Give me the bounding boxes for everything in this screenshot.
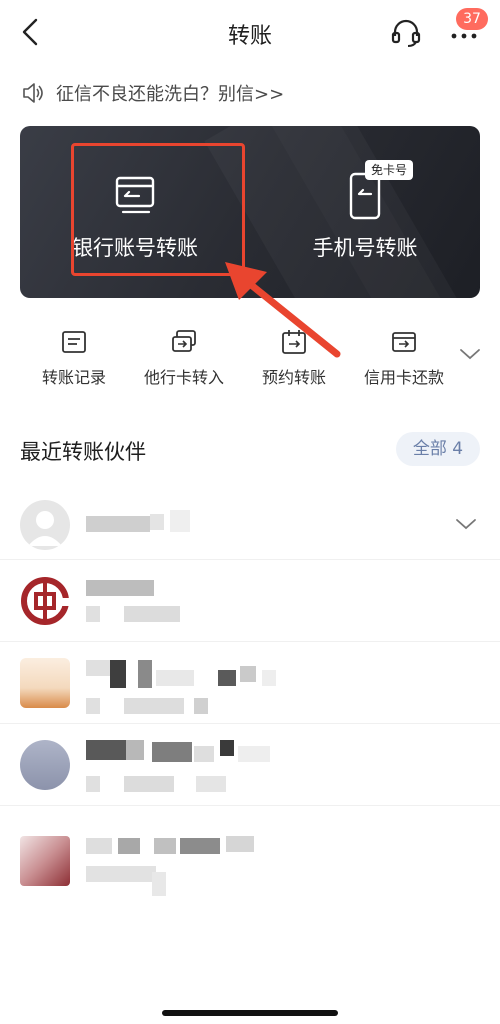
masked-text [86, 516, 150, 532]
message-count-badge: 37 [456, 8, 488, 30]
default-user-icon [28, 511, 62, 546]
masked-text [170, 510, 190, 532]
masked-text [86, 866, 156, 882]
quick-action-label: 他行卡转入 [143, 368, 224, 387]
view-all-button[interactable]: 全部 4 [396, 432, 480, 466]
avatar [20, 658, 70, 708]
masked-text [110, 660, 126, 688]
masked-text [240, 666, 256, 682]
notice-bar[interactable]: 征信不良还能洗白？别信>> [20, 78, 480, 108]
masked-text [152, 872, 166, 896]
quick-action-label: 信用卡还款 [363, 368, 444, 387]
masked-text [156, 670, 194, 686]
chevron-down-icon[interactable] [452, 510, 480, 538]
recent-partners-list [0, 488, 500, 896]
notice-text: 征信不良还能洗白？别信>> [56, 84, 285, 105]
quick-action-transfer-record[interactable]: 转账记录 [19, 318, 129, 388]
masked-text [226, 836, 254, 852]
list-item[interactable] [0, 642, 500, 724]
masked-text [124, 606, 180, 622]
masked-text [124, 776, 174, 792]
masked-text [86, 740, 126, 760]
list-item[interactable] [0, 488, 500, 560]
list-item[interactable] [0, 806, 500, 896]
calendar-transfer-icon [282, 330, 306, 354]
masked-text [126, 740, 144, 760]
masked-text [194, 746, 214, 762]
avatar [20, 500, 70, 550]
masked-text [154, 838, 176, 854]
bank-logo-icon [21, 577, 70, 625]
masked-text [238, 746, 270, 762]
masked-text [86, 698, 100, 714]
home-indicator [162, 1010, 338, 1016]
avatar [20, 576, 70, 626]
quick-actions: 转账记录 他行卡转入 预约转账 信用卡还款 [0, 318, 500, 398]
masked-text [86, 660, 110, 676]
no-card-tag: 免卡号 [365, 160, 414, 180]
quick-action-scheduled-transfer[interactable]: 预约转账 [239, 318, 349, 388]
nav-bar: 转账 37 [0, 0, 500, 64]
record-icon [62, 331, 86, 353]
masked-text [180, 838, 220, 854]
card-in-icon [172, 330, 196, 352]
quick-action-credit-card-repay[interactable]: 信用卡还款 [349, 318, 459, 388]
credit-card-repay-icon [392, 332, 416, 352]
list-item[interactable] [0, 724, 500, 806]
quick-action-other-bank-in[interactable]: 他行卡转入 [129, 318, 239, 388]
avatar [20, 836, 70, 886]
list-item[interactable] [0, 560, 500, 642]
masked-text [150, 514, 164, 530]
page-title: 转账 [227, 24, 272, 49]
speaker-icon [23, 83, 43, 103]
masked-text [218, 670, 236, 686]
masked-text [86, 580, 154, 596]
headset-icon[interactable] [388, 14, 424, 50]
masked-text [86, 606, 100, 622]
masked-text [194, 698, 208, 714]
masked-text [118, 838, 140, 854]
masked-text [86, 776, 100, 792]
recent-partners-title: 最近转账伙伴 [20, 440, 146, 464]
masked-text [152, 742, 192, 762]
quick-action-label: 预约转账 [261, 368, 326, 387]
masked-text [86, 838, 112, 854]
masked-text [262, 670, 276, 686]
masked-text [220, 740, 234, 756]
masked-text [124, 698, 184, 714]
masked-text [196, 776, 226, 792]
quick-action-label: 转账记录 [41, 368, 106, 387]
avatar [20, 740, 70, 790]
masked-text [138, 660, 152, 688]
chevron-down-icon[interactable] [456, 340, 484, 368]
